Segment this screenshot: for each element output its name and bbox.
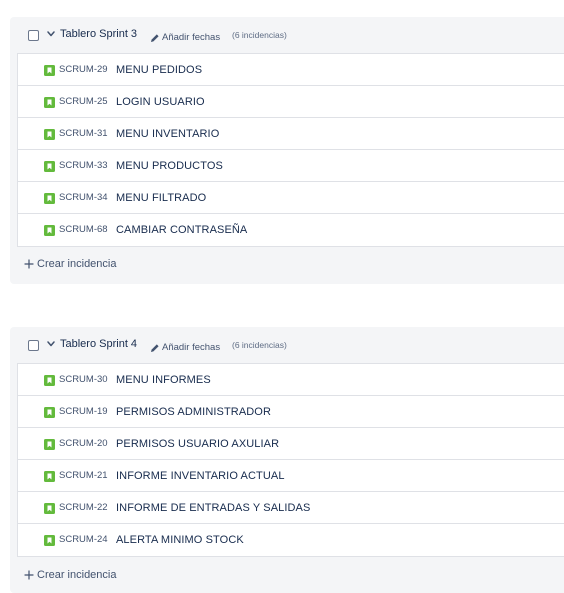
plus-icon: [24, 570, 34, 580]
issue-row[interactable]: SCRUM-31 MENU INVENTARIO: [18, 118, 564, 150]
issue-summary: INFORME INVENTARIO ACTUAL: [116, 470, 285, 482]
issue-count: (6 incidencias): [232, 340, 287, 350]
issue-summary: ALERTA MINIMO STOCK: [116, 534, 244, 546]
issue-row[interactable]: SCRUM-30 MENU INFORMES: [18, 364, 564, 396]
issue-summary: PERMISOS USUARIO AXULIAR: [116, 438, 280, 450]
pencil-icon: [151, 344, 159, 352]
sprint-name: Tablero Sprint 3: [60, 28, 138, 40]
bookmark-icon: [44, 225, 55, 236]
issue-row[interactable]: SCRUM-19 PERMISOS ADMINISTRADOR: [18, 396, 564, 428]
issue-key[interactable]: SCRUM-33: [59, 160, 108, 171]
issue-summary: CAMBIAR CONTRASEÑA: [116, 224, 248, 236]
issue-row[interactable]: SCRUM-21 INFORME INVENTARIO ACTUAL: [18, 460, 564, 492]
plus-icon: [24, 259, 34, 269]
bookmark-icon: [44, 193, 55, 204]
issue-summary: MENU PRODUCTOS: [116, 160, 223, 172]
create-issue-label: Crear incidencia: [37, 568, 117, 581]
issue-summary: MENU INFORMES: [116, 374, 211, 386]
add-dates-button[interactable]: Añadir fechas: [150, 29, 220, 43]
issue-key[interactable]: SCRUM-29: [59, 64, 108, 75]
create-issue-button[interactable]: Crear incidencia: [24, 566, 116, 582]
sprint-select-checkbox[interactable]: [28, 30, 39, 41]
bookmark-icon: [44, 407, 55, 418]
bookmark-icon: [44, 471, 55, 482]
issue-row[interactable]: SCRUM-22 INFORME DE ENTRADAS Y SALIDAS: [18, 492, 564, 524]
issue-row[interactable]: SCRUM-25 LOGIN USUARIO: [18, 86, 564, 118]
bookmark-icon: [44, 97, 55, 108]
sprint-header: Tablero Sprint 4 Añadir fechas (6 incide…: [10, 327, 564, 363]
issue-key[interactable]: SCRUM-31: [59, 128, 108, 139]
issue-summary: LOGIN USUARIO: [116, 96, 205, 108]
create-issue-label: Crear incidencia: [37, 257, 117, 270]
issue-summary: MENU INVENTARIO: [116, 128, 220, 140]
sprint-name: Tablero Sprint 4: [60, 338, 138, 350]
issue-row[interactable]: SCRUM-20 PERMISOS USUARIO AXULIAR: [18, 428, 564, 460]
bookmark-icon: [44, 65, 55, 76]
issue-key[interactable]: SCRUM-22: [59, 502, 108, 513]
sprint-container: Tablero Sprint 3 Añadir fechas (6 incide…: [10, 17, 564, 284]
issue-key[interactable]: SCRUM-24: [59, 534, 108, 545]
issue-row[interactable]: SCRUM-24 ALERTA MINIMO STOCK: [18, 524, 564, 556]
issue-key[interactable]: SCRUM-34: [59, 192, 108, 203]
add-dates-label: Añadir fechas: [162, 342, 221, 354]
issue-summary: INFORME DE ENTRADAS Y SALIDAS: [116, 502, 311, 514]
issue-row[interactable]: SCRUM-33 MENU PRODUCTOS: [18, 150, 564, 182]
bookmark-icon: [44, 503, 55, 514]
bookmark-icon: [44, 439, 55, 450]
create-issue-button[interactable]: Crear incidencia: [24, 255, 116, 271]
chevron-down-icon[interactable]: [46, 338, 56, 350]
add-dates-label: Añadir fechas: [162, 32, 221, 44]
sprint-container: Tablero Sprint 4 Añadir fechas (6 incide…: [10, 327, 564, 593]
issue-count: (6 incidencias): [232, 30, 287, 40]
issue-key[interactable]: SCRUM-25: [59, 96, 108, 107]
issue-row[interactable]: SCRUM-29 MENU PEDIDOS: [18, 54, 564, 86]
issue-key[interactable]: SCRUM-21: [59, 470, 108, 481]
sprint-header: Tablero Sprint 3 Añadir fechas (6 incide…: [10, 17, 564, 53]
issue-key[interactable]: SCRUM-30: [59, 374, 108, 385]
chevron-down-icon[interactable]: [46, 28, 56, 40]
add-dates-button[interactable]: Añadir fechas: [150, 339, 220, 353]
issue-row[interactable]: SCRUM-34 MENU FILTRADO: [18, 182, 564, 214]
issue-summary: MENU PEDIDOS: [116, 64, 203, 76]
bookmark-icon: [44, 535, 55, 546]
bookmark-icon: [44, 375, 55, 386]
issue-key[interactable]: SCRUM-68: [59, 224, 108, 235]
issue-row[interactable]: SCRUM-68 CAMBIAR CONTRASEÑA: [18, 214, 564, 246]
bookmark-icon: [44, 161, 55, 172]
bookmark-icon: [44, 129, 55, 140]
issue-summary: MENU FILTRADO: [116, 192, 207, 204]
issue-key[interactable]: SCRUM-19: [59, 406, 108, 417]
pencil-icon: [151, 34, 159, 42]
issue-summary: PERMISOS ADMINISTRADOR: [116, 406, 271, 418]
sprint-select-checkbox[interactable]: [28, 340, 39, 351]
issue-list: SCRUM-29 MENU PEDIDOS SCRUM-25 LOGIN USU…: [17, 53, 564, 247]
issue-key[interactable]: SCRUM-20: [59, 438, 108, 449]
issue-list: SCRUM-30 MENU INFORMES SCRUM-19 PERMISOS…: [17, 363, 564, 557]
